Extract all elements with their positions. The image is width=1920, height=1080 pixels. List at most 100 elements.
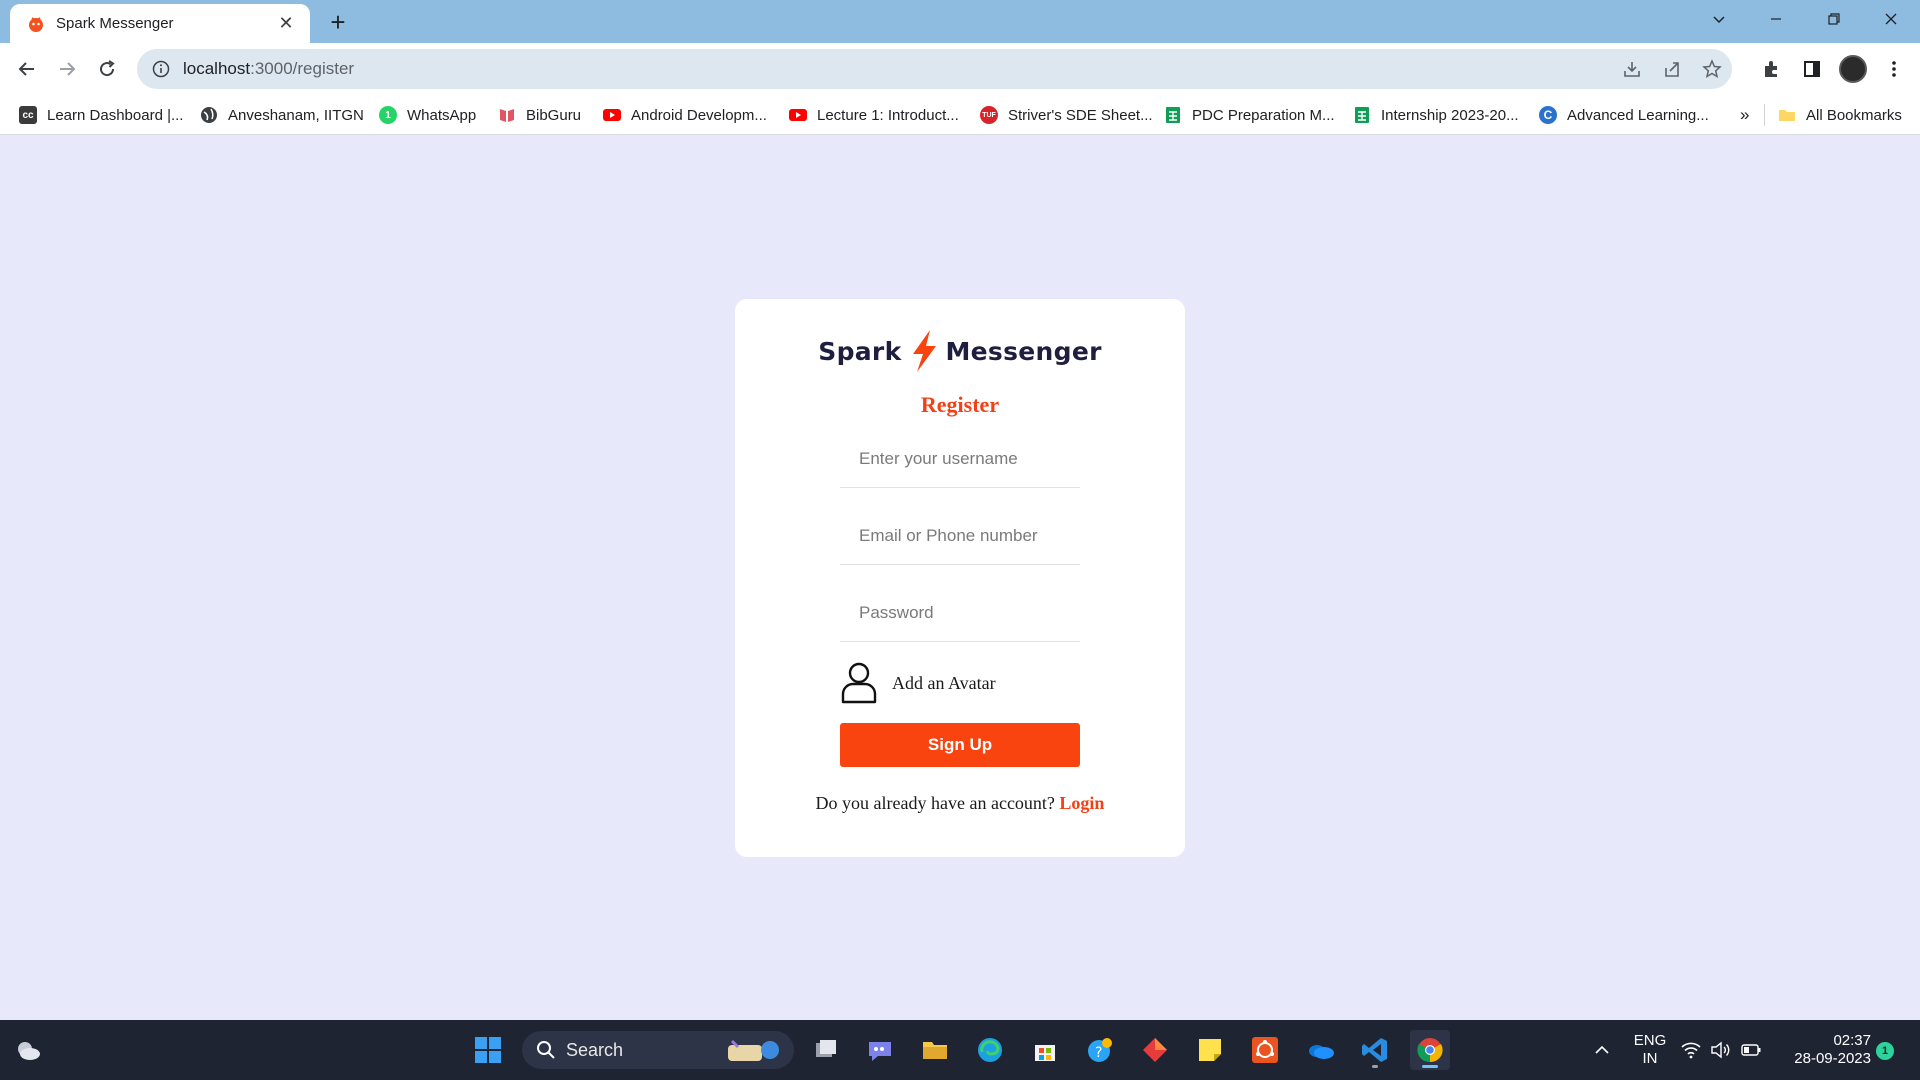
svg-text:?: ? [1095,1045,1102,1061]
language-code: ENG [1633,1032,1667,1049]
bookmark-anveshanam[interactable]: Anveshanam, IITGN [200,104,364,126]
spark-favicon-icon [29,16,43,32]
arrow-right-icon [60,62,76,76]
add-avatar-label: Add an Avatar [892,672,996,693]
region-code: IN [1642,1050,1658,1067]
register-card: Spark Messenger Register Add an Avatar S… [735,299,1185,857]
file-explorer-icon[interactable] [915,1030,955,1070]
site-info-icon[interactable] [151,59,171,79]
share-icon[interactable] [1652,49,1692,89]
lightning-bolt-icon [912,330,936,372]
bookmark-whatsapp[interactable]: 1 WhatsApp [379,104,476,126]
username-input[interactable] [840,430,1080,488]
taskbar-search[interactable]: Search [522,1031,794,1069]
sticky-notes-icon[interactable] [1190,1030,1230,1070]
task-view-icon[interactable] [806,1030,846,1070]
show-hidden-icons-chevron-up-icon[interactable] [1582,1030,1622,1070]
add-avatar-button[interactable]: Add an Avatar [840,662,1080,704]
volume-icon [1711,1041,1730,1059]
clock[interactable]: 02:37 28-09-2023 [1781,1032,1871,1068]
ubuntu-icon[interactable] [1245,1030,1285,1070]
bookmark-android-dev[interactable]: Android Developm... [603,104,767,126]
bookmark-label: Internship 2023-20... [1381,106,1519,124]
tab-strip: Spark Messenger ✕ + [0,0,1920,43]
tab-close-icon[interactable]: ✕ [276,13,296,34]
all-bookmarks-label: All Bookmarks [1806,106,1902,124]
cisco-webex-icon[interactable] [1135,1030,1175,1070]
whatsapp-icon: 1 [379,106,397,124]
bibguru-icon [500,109,514,122]
close-window-button[interactable] [1863,0,1919,38]
browser-toolbar: localhost:3000/register [0,43,1920,95]
vscode-icon[interactable] [1355,1030,1395,1070]
reload-icon [100,60,115,77]
new-tab-button[interactable]: + [322,6,354,38]
chrome-icon[interactable] [1410,1030,1450,1070]
get-help-icon[interactable]: ? [1080,1030,1120,1070]
bookmark-label: Android Developm... [631,106,767,124]
sheets-icon [1355,107,1369,123]
login-prompt: Do you already have an account? Login [735,793,1185,814]
start-button[interactable] [468,1030,508,1070]
email-phone-input[interactable] [840,507,1080,565]
address-bar[interactable]: localhost:3000/register [137,49,1732,89]
bookmark-star-icon[interactable] [1692,49,1732,89]
search-label: Search [566,1039,624,1060]
sheets-icon [1166,107,1180,123]
chrome-menu-icon[interactable] [1878,53,1910,85]
restore-button[interactable] [1806,0,1862,38]
sign-up-button[interactable]: Sign Up [840,723,1080,767]
youtube-icon [603,109,621,121]
bookmark-pdc-preparation[interactable]: PDC Preparation M... [1164,104,1335,126]
tab-search-icon[interactable] [1691,0,1747,38]
bookmark-label: Lecture 1: Introduct... [817,106,959,124]
weather-icon[interactable] [8,1030,48,1070]
clock-date: 28-09-2023 [1794,1050,1871,1067]
bookmark-bibguru[interactable]: BibGuru [498,104,581,126]
search-highlight-icon [728,1039,779,1061]
bookmark-advanced-learning[interactable]: C Advanced Learning... [1539,104,1709,126]
extensions-icon[interactable] [1755,53,1787,85]
microsoft-store-icon[interactable] [1025,1030,1065,1070]
url-path: :3000/register [250,59,355,78]
bookmark-label: Learn Dashboard |... [47,106,184,124]
minimize-button[interactable] [1748,0,1804,38]
bookmarks-overflow-button[interactable]: » [1740,104,1749,126]
login-prompt-text: Do you already have an account? [815,793,1060,813]
login-link[interactable]: Login [1059,793,1104,813]
bookmark-learn-dashboard[interactable]: cc Learn Dashboard |... [19,104,183,126]
tuf-icon: TUF [980,106,998,124]
password-input[interactable] [840,584,1080,642]
active-indicator [1422,1065,1438,1068]
notification-badge[interactable]: 1 [1876,1042,1894,1060]
onedrive-icon[interactable] [1300,1030,1340,1070]
bookmark-label: Advanced Learning... [1567,106,1709,124]
logo-text-spark: Spark [818,336,902,366]
back-button[interactable] [11,53,43,85]
all-bookmarks-button[interactable]: All Bookmarks [1778,104,1902,126]
teams-chat-icon[interactable] [860,1030,900,1070]
running-indicator [1372,1065,1378,1068]
page-title: Register [920,392,1000,417]
bookmark-lecture-1[interactable]: Lecture 1: Introduct... [789,104,959,126]
forward-button[interactable] [51,53,83,85]
side-panel-icon[interactable] [1796,53,1828,85]
logo-text-messenger: Messenger [945,336,1102,366]
coursera-icon: C [1539,106,1557,124]
search-icon [537,1041,555,1059]
profile-avatar[interactable] [1837,53,1869,85]
youtube-icon [789,109,807,121]
edge-browser-icon[interactable] [970,1030,1010,1070]
bookmark-strivers-sde[interactable]: TUF Striver's SDE Sheet... [980,104,1153,126]
taskbar: Search ? ENG IN 02:37 28-09-2023 1 [0,1020,1920,1080]
install-app-icon[interactable] [1612,49,1652,89]
wifi-icon [1681,1042,1701,1059]
bookmark-internship[interactable]: Internship 2023-20... [1353,104,1519,126]
browser-tab[interactable]: Spark Messenger ✕ [10,4,310,43]
user-avatar-icon [841,662,877,704]
reload-button[interactable] [91,53,123,85]
bookmarks-bar: cc Learn Dashboard |... Anveshanam, IITG… [0,95,1920,135]
bookmark-label: PDC Preparation M... [1192,106,1335,124]
language-indicator[interactable]: ENG IN [1628,1032,1672,1068]
system-tray-status[interactable] [1676,1030,1766,1070]
